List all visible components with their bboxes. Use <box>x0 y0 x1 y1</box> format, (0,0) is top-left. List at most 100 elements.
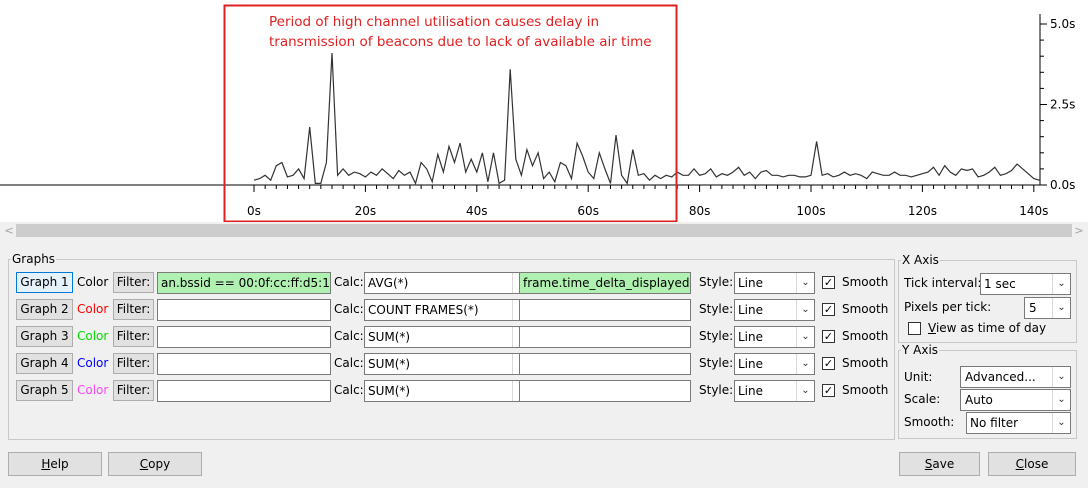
smooth-checkbox[interactable]: ✓ <box>822 357 835 370</box>
view-time-label: View as time of day <box>928 321 1047 335</box>
filter-button[interactable]: Filter: <box>113 353 154 374</box>
calc-select[interactable]: SUM(*)⌄ <box>364 380 531 402</box>
calc-select[interactable]: SUM(*)⌄ <box>364 326 531 348</box>
graph-color-label[interactable]: Color <box>77 272 108 293</box>
field-input[interactable] <box>519 380 691 402</box>
graph-toggle-button[interactable]: Graph 5 <box>16 380 73 401</box>
chevron-down-icon: ⌄ <box>1052 298 1070 318</box>
x-tick-label: 0s <box>247 204 261 218</box>
calc-value: AVG(*) <box>368 276 409 290</box>
graph-color-label[interactable]: Color <box>77 353 108 374</box>
copy-button-mnemonic: C <box>139 457 149 471</box>
chevron-down-icon: ⌄ <box>796 354 814 374</box>
smooth-label: Smooth <box>842 383 889 397</box>
smooth-label: Smooth <box>842 275 889 289</box>
calc-label: Calc: <box>334 275 364 289</box>
chevron-down-icon: ⌄ <box>1052 367 1070 387</box>
chevron-down-icon: ⌄ <box>1052 413 1070 433</box>
graph-canvas[interactable]: 0s 20s 40s 60s 80s 100s 120s 140s 5.0s 2.5s 0.0s P… <box>0 0 1088 222</box>
chevron-down-icon: ⌄ <box>1052 390 1070 410</box>
scrollbar-thumb[interactable] <box>16 224 1072 237</box>
graph-color-label[interactable]: Color <box>77 299 108 320</box>
graph-toggle-button[interactable]: Graph 2 <box>16 299 73 320</box>
field-input[interactable] <box>519 299 691 321</box>
help-button[interactable]: Help <box>8 452 102 476</box>
scroll-left-icon[interactable]: < <box>2 223 16 238</box>
horizontal-scrollbar[interactable]: < > <box>0 222 1088 239</box>
pixels-per-tick-label: Pixels per tick: <box>904 300 992 314</box>
style-select[interactable]: Line ⌄ <box>734 326 815 348</box>
chevron-down-icon: ⌄ <box>796 327 814 347</box>
calc-value: SUM(*) <box>368 384 411 398</box>
annotation-text: Period of high channel utilisation cause… <box>269 12 669 52</box>
chevron-down-icon: ⌄ <box>1052 274 1070 294</box>
calc-value: COUNT FRAMES(*) <box>368 303 479 317</box>
y-axis-legend: Y Axis <box>902 343 939 357</box>
x-tick-label: 40s <box>466 204 488 218</box>
close-button-label: lose <box>1024 457 1049 471</box>
smooth-checkbox[interactable]: ✓ <box>822 303 835 316</box>
tick-interval-value: 1 sec <box>984 277 1016 291</box>
filter-input[interactable] <box>157 299 331 321</box>
chevron-down-icon: ⌄ <box>796 381 814 401</box>
smooth-checkbox[interactable]: ✓ <box>822 330 835 343</box>
scale-select[interactable]: Auto ⌄ <box>960 389 1071 411</box>
save-button[interactable]: Save <box>899 452 980 476</box>
tick-interval-label: Tick interval: <box>904 276 982 290</box>
series-line <box>253 52 1040 186</box>
filter-input[interactable] <box>157 353 331 375</box>
style-label: Style: <box>699 383 734 397</box>
y-tick-label: 0.0s <box>1050 178 1075 192</box>
graph-toggle-button[interactable]: Graph 4 <box>16 353 73 374</box>
filter-button[interactable]: Filter: <box>113 326 154 347</box>
x-tick-label: 20s <box>355 204 377 218</box>
style-select[interactable]: Line ⌄ <box>734 380 815 402</box>
filter-button[interactable]: Filter: <box>113 299 154 320</box>
filter-button[interactable]: Filter: <box>113 272 154 293</box>
x-axis-legend: X Axis <box>902 253 939 267</box>
smooth-label: Smooth <box>842 329 889 343</box>
graph-toggle-button[interactable]: Graph 3 <box>16 326 73 347</box>
filter-button[interactable]: Filter: <box>113 380 154 401</box>
field-input[interactable]: frame.time_delta_displayed <box>519 272 691 294</box>
field-input[interactable] <box>519 353 691 375</box>
y-smooth-label: Smooth: <box>904 415 955 429</box>
copy-button[interactable]: Copy <box>108 452 202 476</box>
pixels-per-tick-value: 5 <box>1029 301 1037 315</box>
filter-input[interactable]: an.bssid == 00:0f:cc:ff:d5:18) <box>157 272 331 294</box>
calc-value: SUM(*) <box>368 330 411 344</box>
annotation-line-2: transmission of beacons due to lack of a… <box>269 34 652 50</box>
style-label: Style: <box>699 302 734 316</box>
smooth-checkbox[interactable]: ✓ <box>822 276 835 289</box>
graph-toggle-button[interactable]: Graph 1 <box>16 272 73 293</box>
y-smooth-select[interactable]: No filter ⌄ <box>966 412 1071 434</box>
close-button[interactable]: Close <box>988 452 1076 476</box>
unit-select[interactable]: Advanced... ⌄ <box>960 366 1071 388</box>
smooth-checkbox[interactable]: ✓ <box>822 384 835 397</box>
chevron-down-icon: ⌄ <box>796 300 814 320</box>
calc-select[interactable]: SUM(*)⌄ <box>364 353 531 375</box>
x-tick-label: 60s <box>577 204 599 218</box>
field-input[interactable] <box>519 326 691 348</box>
style-value: Line <box>738 303 764 317</box>
style-value: Line <box>738 330 764 344</box>
view-time-checkbox[interactable] <box>908 322 921 335</box>
y-tick-label: 5.0s <box>1050 17 1075 31</box>
graph-color-label[interactable]: Color <box>77 380 108 401</box>
calc-select[interactable]: AVG(*)⌄ <box>364 272 531 294</box>
filter-input[interactable] <box>157 380 331 402</box>
calc-value: SUM(*) <box>368 357 411 371</box>
calc-label: Calc: <box>334 383 364 397</box>
scale-label: Scale: <box>904 392 941 406</box>
style-select[interactable]: Line ⌄ <box>734 353 815 375</box>
scroll-right-icon[interactable]: > <box>1072 223 1086 238</box>
calc-select[interactable]: COUNT FRAMES(*)⌄ <box>364 299 531 321</box>
graph-color-label[interactable]: Color <box>77 326 108 347</box>
save-button-label: ave <box>932 457 955 471</box>
style-select[interactable]: Line ⌄ <box>734 272 815 294</box>
filter-input[interactable] <box>157 326 331 348</box>
graphs-legend: Graphs <box>12 252 56 266</box>
style-select[interactable]: Line ⌄ <box>734 299 815 321</box>
tick-interval-select[interactable]: 1 sec ⌄ <box>980 273 1071 295</box>
pixels-per-tick-select[interactable]: 5 ⌄ <box>1024 297 1071 319</box>
